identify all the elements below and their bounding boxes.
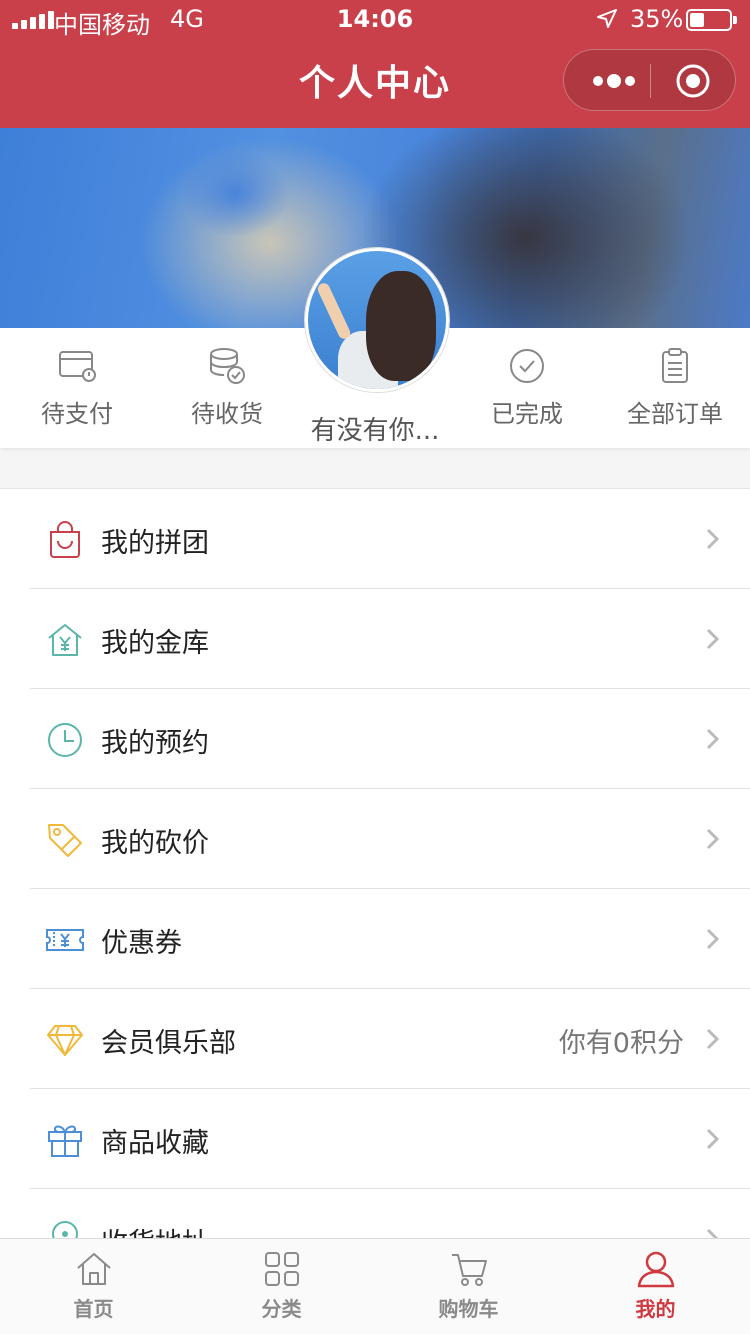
more-dots-icon[interactable] xyxy=(590,67,638,95)
top-bar: 中国移动 4G 14:06 35% 个人中心 xyxy=(0,0,750,128)
menu-item-reservation[interactable]: 我的预约 xyxy=(0,689,750,789)
order-label: 已完成 xyxy=(491,400,563,428)
chevron-right-icon xyxy=(706,1228,719,1238)
chevron-right-icon xyxy=(706,1028,720,1050)
home-icon xyxy=(76,1253,111,1285)
menu-item-coupon[interactable]: 优惠券 xyxy=(0,889,750,989)
location-pin-icon xyxy=(51,1221,79,1238)
battery-percent: 35% xyxy=(630,5,684,33)
order-completed[interactable]: 已完成 xyxy=(452,346,602,429)
chevron-right-icon xyxy=(706,828,720,850)
coins-check-icon xyxy=(210,348,245,384)
clipboard-icon xyxy=(662,348,688,383)
chevron-right-icon xyxy=(706,928,720,950)
menu-label: 优惠券 xyxy=(101,928,182,959)
user-nickname: 有没有你... xyxy=(310,416,440,446)
avatar[interactable] xyxy=(305,248,449,392)
menu-item-vault[interactable]: 我的金库 xyxy=(0,589,750,689)
mini-program-capsule xyxy=(563,49,736,111)
order-label: 待支付 xyxy=(41,400,113,428)
price-tag-icon xyxy=(48,824,82,857)
menu-label: 我的金库 xyxy=(101,628,209,659)
status-bar: 中国移动 4G 14:06 35% xyxy=(0,0,750,40)
vault-house-icon xyxy=(48,624,82,656)
menu-label: 收货地址 xyxy=(101,1221,209,1238)
tab-home[interactable]: 首页 xyxy=(0,1249,187,1322)
menu-item-member-club[interactable]: 会员俱乐部 你有0积分 xyxy=(0,989,750,1089)
chevron-right-icon xyxy=(706,1128,720,1150)
tab-cart[interactable]: 购物车 xyxy=(375,1249,562,1322)
menu-label: 我的砍价 xyxy=(101,828,209,859)
target-icon[interactable] xyxy=(675,63,711,99)
wallet-alert-icon xyxy=(59,351,96,382)
menu-label: 会员俱乐部 xyxy=(101,1028,236,1059)
battery-icon xyxy=(686,9,737,31)
chevron-right-icon xyxy=(706,628,720,650)
grid-icon xyxy=(264,1252,299,1286)
chevron-right-icon xyxy=(706,728,720,750)
location-arrow-icon xyxy=(597,9,617,28)
tab-label: 购物车 xyxy=(438,1297,499,1321)
tab-category[interactable]: 分类 xyxy=(188,1249,375,1322)
cart-icon xyxy=(451,1254,487,1286)
menu-label: 我的拼团 xyxy=(101,528,209,559)
tab-label: 首页 xyxy=(73,1297,114,1321)
points-summary: 你有0积分 xyxy=(558,1028,684,1059)
check-circle-icon xyxy=(510,349,544,383)
user-icon xyxy=(637,1251,674,1288)
tab-label: 我的 xyxy=(635,1297,676,1321)
tab-bar: 首页 分类 购物车 我的 xyxy=(0,1238,750,1334)
shopping-bag-icon xyxy=(50,521,80,558)
order-pending-payment[interactable]: 待支付 xyxy=(2,346,152,429)
order-all[interactable]: 全部订单 xyxy=(600,346,750,429)
menu-item-favorites[interactable]: 商品收藏 xyxy=(0,1089,750,1189)
order-label: 待收货 xyxy=(191,400,263,428)
capsule-divider xyxy=(650,64,651,98)
menu-list: 我的拼团 我的金库 我的预约 我的砍价 优惠券 会员俱乐部 你有0积分 商品收藏 xyxy=(0,488,750,1238)
coupon-icon xyxy=(46,929,84,951)
menu-item-group-buy[interactable]: 我的拼团 xyxy=(0,489,750,589)
chevron-right-icon xyxy=(706,528,720,550)
tab-label: 分类 xyxy=(261,1297,302,1321)
diamond-icon xyxy=(47,1025,83,1056)
menu-item-address[interactable]: 收货地址 xyxy=(0,1189,750,1238)
clock-icon xyxy=(48,723,82,757)
menu-item-bargain[interactable]: 我的砍价 xyxy=(0,789,750,889)
menu-label: 商品收藏 xyxy=(101,1128,209,1159)
order-label: 全部订单 xyxy=(627,400,723,428)
tab-mine[interactable]: 我的 xyxy=(562,1249,749,1322)
menu-label: 我的预约 xyxy=(101,728,209,759)
gift-icon xyxy=(48,1125,82,1157)
